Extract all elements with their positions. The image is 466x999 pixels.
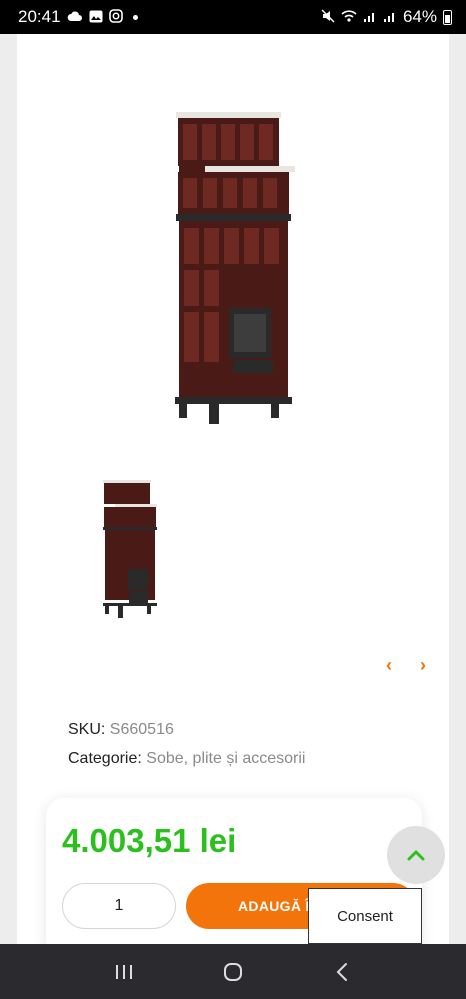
sku-line: SKU: S660516 [68,721,174,739]
signal-1-icon [363,9,377,25]
stove-leg [271,404,279,418]
status-right: 64% [321,7,452,27]
battery-percent: 64% [402,7,437,26]
stove-base [175,397,292,404]
product-thumbnail[interactable] [101,479,159,621]
category-line: Categorie: Sobe, plite și accesorii [68,750,305,768]
quantity-input[interactable] [62,883,176,929]
stove-top-slab-upper [176,112,281,118]
scroll-to-top-button[interactable] [387,826,445,884]
home-icon[interactable] [213,952,253,992]
product-image[interactable] [171,108,296,426]
chevron-right-icon[interactable]: › [413,654,433,676]
recent-apps-icon[interactable] [104,952,144,992]
product-price: 4.003,51 lei [62,822,237,859]
chevron-up-icon [407,850,425,861]
status-left: 20:41 [18,7,138,27]
stove-leg [209,404,219,424]
consent-button[interactable]: Consent [308,888,422,944]
instagram-icon [108,9,123,25]
stove-band [176,214,291,221]
wifi-call-icon [341,9,357,25]
stove-top-slab-lower [203,166,295,172]
status-bar: 20:41 64% [0,0,466,34]
system-nav-bar [0,944,466,999]
chevron-left-icon[interactable]: ‹ [379,654,399,676]
gallery-icon [89,10,103,25]
battery-icon [443,9,452,25]
category-link[interactable]: Sobe, plite și accesorii [146,750,305,767]
clock: 20:41 [18,7,61,26]
category-label: Categorie: [68,750,142,767]
cloud-sync-icon [67,10,83,24]
sku-value: S660516 [109,721,174,738]
signal-2-icon [383,9,397,25]
product-page: ‹ › SKU: S660516 Categorie: Sobe, plite … [17,34,449,944]
sku-label: SKU: [68,721,106,738]
back-icon[interactable] [322,952,362,992]
notification-dot-icon [132,14,138,20]
stove-leg [179,404,187,418]
mute-icon [321,9,335,25]
